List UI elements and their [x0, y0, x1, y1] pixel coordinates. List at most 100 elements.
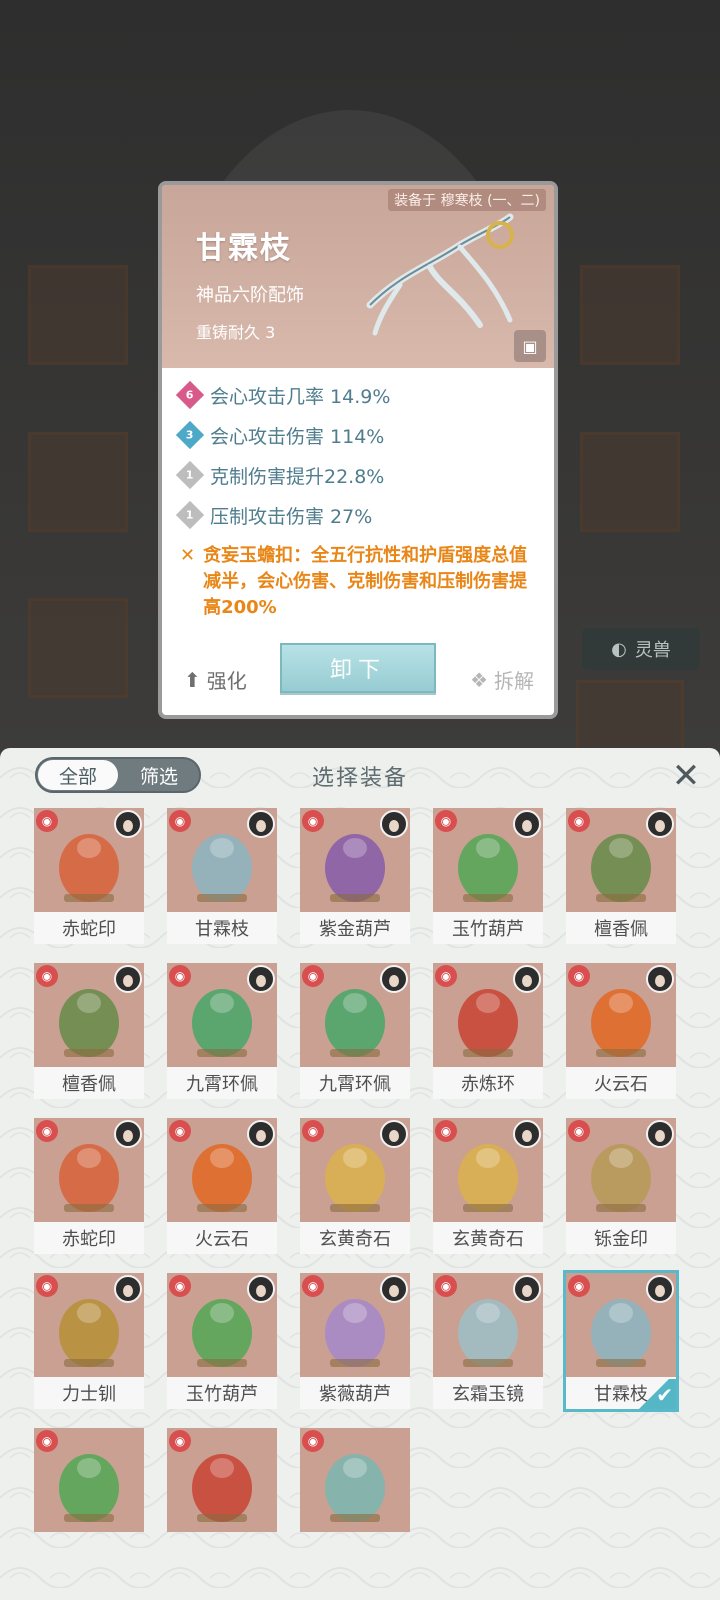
equipment-item-label: 玄黄奇石	[433, 1222, 543, 1254]
spirit-beast-button[interactable]: ◐ 灵兽	[582, 628, 700, 670]
dismantle-icon: ❖	[470, 667, 488, 692]
detail-header: 装备于 穆寒枝 (一、二) 甘霖枝 神品六阶配饰 重铸耐久 3 ▣	[162, 185, 554, 368]
equipment-item[interactable]: ◉ 力士钏	[34, 1273, 144, 1409]
enhance-label: 强化	[206, 669, 247, 693]
owner-avatar	[646, 810, 674, 838]
stat-rank-badge: 1	[175, 500, 205, 530]
equipment-item-label: 九霄环佩	[167, 1067, 277, 1099]
special-effect-text: 贪妄玉蟾扣：全五行抗性和护盾强度总值减半，会心伤害、克制伤害和压制伤害提高200…	[203, 545, 528, 618]
equipment-item[interactable]: ◉ 九霄环佩	[167, 963, 277, 1099]
element-icon: ◉	[435, 1275, 457, 1297]
special-effect: ✕ 贪妄玉蟾扣：全五行抗性和护盾强度总值减半，会心伤害、克制伤害和压制伤害提高2…	[180, 543, 540, 621]
dismantle-label: 拆解	[494, 669, 534, 693]
element-icon: ◉	[169, 965, 191, 987]
equipment-selection-panel: 全部 筛选 选择装备 ✕ ◉ 赤蛇印 ◉ 甘霖枝 ◉ 紫金葫芦 ◉ 玉竹葫芦 ◉ 檀香佩 ◉ 檀香佩 ◉…	[0, 748, 720, 1600]
owner-avatar	[646, 1120, 674, 1148]
equipment-item[interactable]: ◉ 玉竹葫芦	[433, 808, 543, 944]
unload-button[interactable]: 卸下	[280, 643, 436, 693]
stat-list: 6 会心攻击几率 14.9% 3 会心攻击伤害 114% 1 克制伤害提升22.…	[175, 375, 540, 621]
lock-icon[interactable]: ▣	[514, 330, 546, 362]
element-icon: ◉	[302, 1430, 324, 1452]
panel-title: 选择装备	[311, 766, 408, 791]
equipment-item[interactable]: ◉	[167, 1428, 277, 1532]
owner-avatar	[646, 1275, 674, 1303]
element-icon: ◉	[302, 1275, 324, 1297]
equipment-item[interactable]: ◉ 玄黄奇石	[433, 1118, 543, 1254]
owner-avatar	[380, 810, 408, 838]
special-effect-icon: ✕	[180, 545, 196, 566]
branch-accessory-icon	[366, 213, 514, 336]
element-icon: ◉	[568, 1120, 590, 1142]
equipment-item-label: 紫金葫芦	[300, 912, 410, 944]
equip-slot-armor[interactable]	[28, 432, 128, 532]
equipment-item[interactable]: ◉ 赤炼环	[433, 963, 543, 1099]
element-icon: ◉	[568, 1275, 590, 1297]
equip-slot-accessory[interactable]	[580, 432, 680, 532]
element-icon: ◉	[435, 1120, 457, 1142]
equipment-item[interactable]: ◉ 甘霖枝 ✔	[566, 1273, 676, 1409]
equipment-item[interactable]: ◉ 檀香佩	[566, 808, 676, 944]
equipment-item-label: 铄金印	[566, 1222, 676, 1254]
equipment-item-label: 玄霜玉镜	[433, 1377, 543, 1409]
equipment-item-label: 甘霖枝	[167, 912, 277, 944]
stat-rank-badge: 3	[175, 420, 205, 450]
element-icon: ◉	[169, 810, 191, 832]
stat-text: 会心攻击伤害 114%	[210, 425, 385, 448]
owner-avatar	[247, 965, 275, 993]
stat-text: 克制伤害提升22.8%	[210, 465, 385, 488]
equipment-item-label: 檀香佩	[566, 912, 676, 944]
element-icon: ◉	[36, 810, 58, 832]
element-icon: ◉	[302, 810, 324, 832]
enhance-button[interactable]: ⬆ 强化	[184, 665, 247, 694]
equipment-name: 甘霖枝	[196, 231, 292, 266]
equipment-item[interactable]: ◉ 九霄环佩	[300, 963, 410, 1099]
owner-avatar	[380, 965, 408, 993]
equipment-item-label: 紫薇葫芦	[300, 1377, 410, 1409]
owner-avatar	[114, 810, 142, 838]
equipment-item[interactable]: ◉ 紫薇葫芦	[300, 1273, 410, 1409]
spirit-beast-label: 灵兽	[634, 640, 671, 661]
reforge-durability: 重铸耐久 3	[196, 323, 276, 342]
equipment-item[interactable]: ◉ 赤蛇印	[34, 808, 144, 944]
equip-slot-weapon[interactable]	[28, 265, 128, 365]
equipment-grade: 神品六阶配饰	[196, 285, 304, 306]
equipment-item[interactable]: ◉ 火云石	[167, 1118, 277, 1254]
element-icon: ◉	[435, 965, 457, 987]
owner-avatar	[646, 965, 674, 993]
equipment-item[interactable]: ◉ 玄霜玉镜	[433, 1273, 543, 1409]
equipment-item-label: 力士钏	[34, 1377, 144, 1409]
equip-slot-mirror[interactable]	[580, 265, 680, 365]
owner-avatar	[247, 1120, 275, 1148]
element-icon: ◉	[435, 810, 457, 832]
equipment-item-label: 玉竹葫芦	[433, 912, 543, 944]
equipment-item[interactable]: ◉ 赤蛇印	[34, 1118, 144, 1254]
stat-row: 1 克制伤害提升22.8%	[175, 455, 540, 495]
close-icon[interactable]: ✕	[666, 756, 706, 796]
equipment-item[interactable]: ◉ 玉竹葫芦	[167, 1273, 277, 1409]
stat-text: 会心攻击几率 14.9%	[210, 385, 391, 408]
equipment-item-label: 檀香佩	[34, 1067, 144, 1099]
dismantle-button[interactable]: ❖ 拆解	[470, 665, 534, 694]
equipment-item-label: 火云石	[566, 1067, 676, 1099]
equipment-item[interactable]: ◉ 紫金葫芦	[300, 808, 410, 944]
equip-slot-boots[interactable]	[28, 598, 128, 698]
owner-avatar	[380, 1120, 408, 1148]
equipment-detail-card: 装备于 穆寒枝 (一、二) 甘霖枝 神品六阶配饰 重铸耐久 3 ▣ 6 会心攻击…	[158, 181, 558, 719]
spirit-beast-icon: ◐	[611, 638, 627, 660]
equipment-item-label: 玉竹葫芦	[167, 1377, 277, 1409]
element-icon: ◉	[169, 1430, 191, 1452]
owner-avatar	[114, 1275, 142, 1303]
equipment-item[interactable]: ◉ 檀香佩	[34, 963, 144, 1099]
equipment-item[interactable]: ◉ 甘霖枝	[167, 808, 277, 944]
owner-avatar	[247, 1275, 275, 1303]
owner-avatar	[513, 810, 541, 838]
equipment-item[interactable]: ◉	[300, 1428, 410, 1532]
owner-avatar	[114, 1120, 142, 1148]
owner-avatar	[513, 965, 541, 993]
equipment-item[interactable]: ◉ 火云石	[566, 963, 676, 1099]
equipment-item[interactable]: ◉ 玄黄奇石	[300, 1118, 410, 1254]
equipment-item[interactable]: ◉	[34, 1428, 144, 1532]
equipment-item[interactable]: ◉ 铄金印	[566, 1118, 676, 1254]
owner-avatar	[380, 1275, 408, 1303]
element-icon: ◉	[302, 1120, 324, 1142]
